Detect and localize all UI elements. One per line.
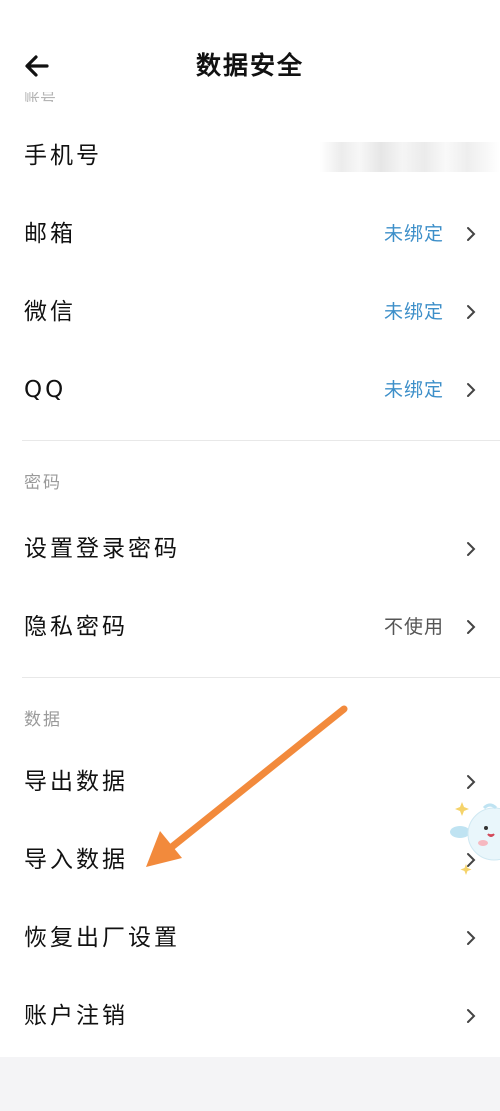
section-divider bbox=[22, 440, 500, 441]
row-label: 手机号 bbox=[24, 143, 102, 169]
row-label: 微信 bbox=[24, 299, 76, 325]
row-value: 未绑定 bbox=[383, 223, 444, 245]
row-label: 账户注销 bbox=[24, 1003, 128, 1029]
row-label: 导出数据 bbox=[24, 769, 128, 795]
chevron-right-icon bbox=[467, 305, 476, 319]
row-export-data[interactable]: 导出数据 bbox=[0, 743, 500, 821]
row-label: 邮箱 bbox=[24, 221, 76, 247]
chevron-right-icon bbox=[467, 383, 476, 397]
row-delete-account[interactable]: 账户注销 bbox=[0, 977, 500, 1055]
mascot-sticker-icon bbox=[450, 802, 500, 875]
section-divider bbox=[22, 677, 500, 678]
chevron-right-icon bbox=[467, 931, 476, 945]
row-factory-reset[interactable]: 恢复出厂设置 bbox=[0, 899, 500, 977]
section-title-password: 密码 bbox=[24, 473, 62, 493]
chevron-right-icon bbox=[467, 542, 476, 556]
phone-number-blurred bbox=[320, 142, 500, 172]
row-set-login-password[interactable]: 设置登录密码 bbox=[0, 510, 500, 588]
row-label: 导入数据 bbox=[24, 847, 128, 873]
row-label: 恢复出厂设置 bbox=[24, 925, 180, 951]
chevron-right-icon bbox=[467, 227, 476, 241]
row-value: 未绑定 bbox=[383, 379, 444, 401]
chevron-right-icon bbox=[467, 1009, 476, 1023]
row-import-data[interactable]: 导入数据 bbox=[0, 821, 500, 899]
section-title-account: 账号 bbox=[24, 92, 57, 102]
row-label: 隐私密码 bbox=[24, 614, 128, 640]
row-qq[interactable]: QQ 未绑定 bbox=[0, 351, 500, 429]
row-label: 设置登录密码 bbox=[24, 536, 180, 562]
chevron-right-icon bbox=[467, 775, 476, 789]
row-phone[interactable]: 手机号 bbox=[0, 117, 500, 195]
bottom-gray-area bbox=[0, 1057, 500, 1111]
section-title-data: 数据 bbox=[24, 710, 62, 730]
row-privacy-password[interactable]: 隐私密码 不使用 bbox=[0, 588, 500, 666]
row-value: 不使用 bbox=[383, 616, 444, 638]
row-email[interactable]: 邮箱 未绑定 bbox=[0, 195, 500, 273]
row-wechat[interactable]: 微信 未绑定 bbox=[0, 273, 500, 351]
top-bar: 数据安全 账号 bbox=[0, 0, 500, 130]
chevron-right-icon bbox=[467, 620, 476, 634]
page-title: 数据安全 bbox=[195, 51, 304, 80]
row-label: QQ bbox=[24, 377, 67, 403]
row-value: 未绑定 bbox=[383, 301, 444, 323]
